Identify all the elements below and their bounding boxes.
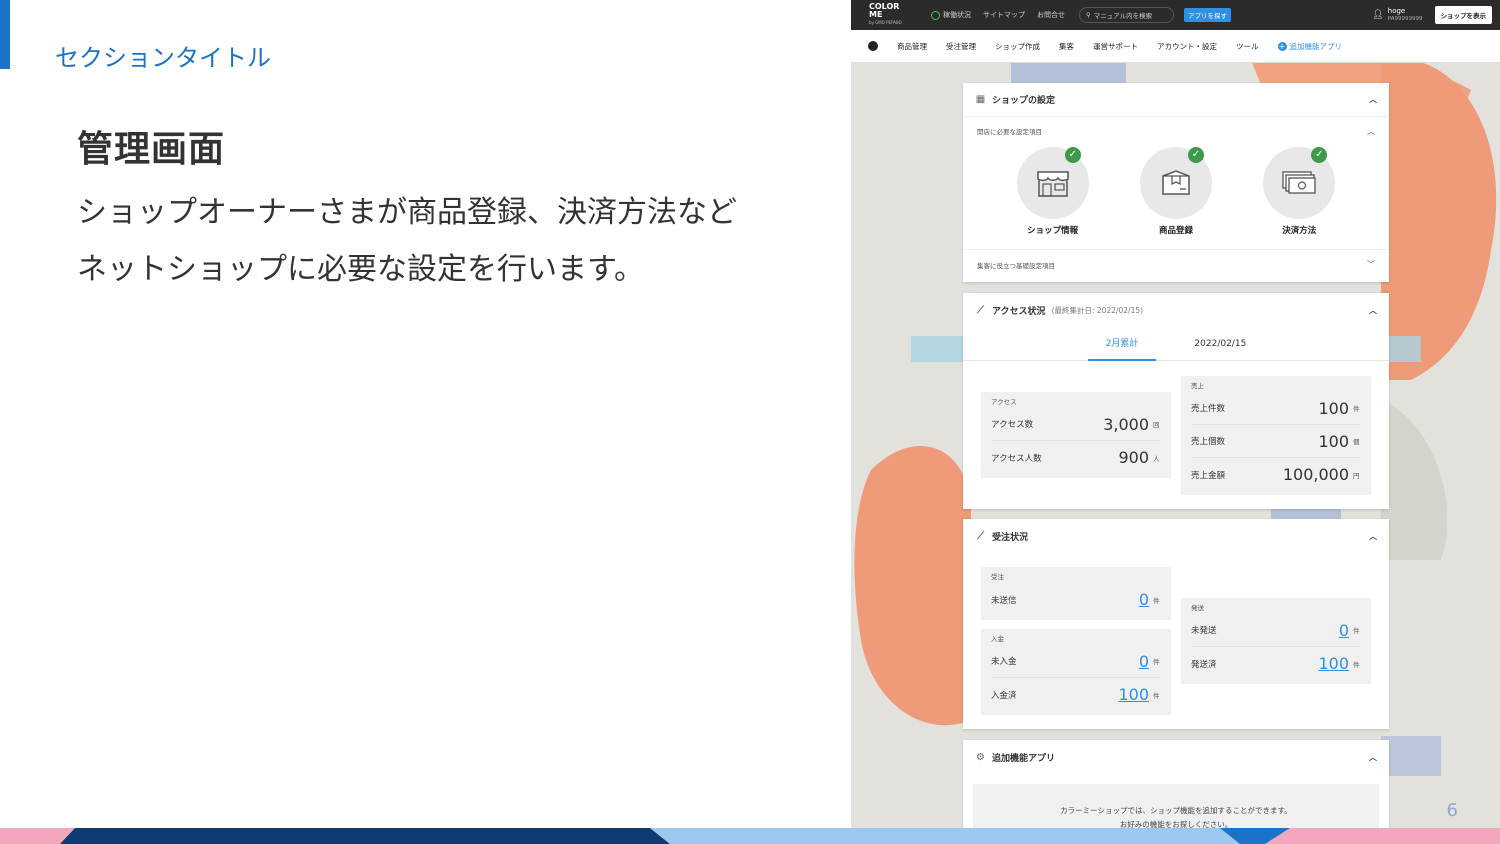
user-icon: 👤︎: [1372, 10, 1384, 20]
addon-apps-header[interactable]: ⚙ 追加機能アプリ ︿: [963, 740, 1389, 774]
stat-link[interactable]: 0: [1339, 621, 1349, 640]
stat-link[interactable]: 0: [1139, 652, 1149, 671]
stat-link[interactable]: 0: [1139, 590, 1149, 609]
manual-search-input[interactable]: ⚲ マニュアル内を検索: [1079, 7, 1174, 23]
chevron-up-icon[interactable]: ︿: [1369, 305, 1377, 316]
setup-item-product-registration[interactable]: ✓ 商品登録: [1126, 145, 1226, 245]
stat-row: 売上個数 100 個: [1191, 425, 1361, 458]
main-nav: 商品管理 受注管理 ショップ作成 集客 運営サポート アカウント・設定 ツール …: [851, 30, 1500, 63]
stat-row: 発送済 100 件: [1191, 654, 1360, 673]
shipping-stats: 発送 未発送 0 件 発送済 100 件: [1181, 598, 1371, 684]
chevron-up-icon[interactable]: ︿: [1369, 752, 1377, 763]
payment-stats: 入金 未入金 0 件 入金済 100 件: [981, 629, 1171, 715]
check-circle-icon: [931, 10, 940, 20]
status-link[interactable]: 稼働状況: [931, 10, 971, 20]
stat-row: 売上金額 100,000 円: [1191, 465, 1360, 484]
stat-row: 売上件数 100 件: [1191, 392, 1361, 425]
page-title: 管理画面: [77, 129, 226, 170]
nav-item-marketing[interactable]: 集客: [1059, 41, 1074, 52]
shop-settings-header[interactable]: ▦ ショップの設定 ︿: [963, 83, 1389, 117]
chevron-down-icon[interactable]: ﹀: [1367, 259, 1375, 270]
box-icon: [1162, 170, 1190, 195]
storefront-icon: [1036, 171, 1069, 197]
admin-screenshot: COLOR ME by GMO PEPABO 稼働状況 サイトマップ お問合せ ⚲…: [851, 0, 1500, 828]
stat-link[interactable]: 100: [1318, 654, 1349, 673]
line-chart-icon: ⟋: [977, 304, 984, 316]
nav-item-account[interactable]: アカウント・設定: [1157, 41, 1217, 52]
find-app-button[interactable]: アプリを探す: [1184, 8, 1231, 22]
chevron-up-icon[interactable]: ︿: [1367, 126, 1375, 137]
nav-item-tools[interactable]: ツール: [1236, 41, 1259, 52]
required-settings-header[interactable]: 開店に必要な設定項目 ︿: [963, 117, 1389, 145]
stat-row: 未送信 0 件: [991, 590, 1160, 609]
description-line-2: ネットショップに必要な設定を行います。: [77, 252, 644, 287]
stat-row: アクセス人数 900 人: [991, 448, 1160, 467]
sales-stats: 売上 売上件数 100 件 売上個数 100 個 売上金額 100,000 円: [1181, 376, 1371, 495]
line-chart-icon: ⟋: [977, 530, 984, 542]
nav-item-orders[interactable]: 受注管理: [946, 41, 976, 52]
nav-item-products[interactable]: 商品管理: [897, 41, 927, 52]
accent-bar: [0, 0, 10, 69]
tab-date[interactable]: 2022/02/15: [1176, 329, 1264, 359]
bottom-decorative-band: [0, 828, 1500, 844]
contact-link[interactable]: お問合せ: [1037, 10, 1065, 20]
cash-icon: [1282, 171, 1316, 194]
description: ショップオーナーさまが商品登録、決済方法など ネットショップに必要な設定を行いま…: [77, 184, 737, 298]
stat-row: 入金済 100 件: [991, 685, 1160, 704]
order-stats: 受注 未送信 0 件: [981, 567, 1171, 620]
basic-settings-header[interactable]: 集客に役立つ基礎設定項目 ﹀: [963, 249, 1389, 279]
page-number: 6: [1446, 800, 1458, 821]
sitemap-link[interactable]: サイトマップ: [983, 10, 1025, 20]
nav-item-addon-apps[interactable]: + 追加機能アプリ: [1277, 41, 1342, 52]
addon-apps-message: カラーミーショップでは、ショップ機能を追加することができます。 お好みの機能をお…: [973, 784, 1379, 828]
access-status-header[interactable]: ⟋ アクセス状況 (最終集計日: 2022/02/15) ︿: [963, 293, 1389, 327]
stat-link[interactable]: 100: [1118, 685, 1149, 704]
home-icon[interactable]: [868, 41, 878, 51]
chevron-up-icon[interactable]: ︿: [1369, 531, 1377, 542]
show-shop-button[interactable]: ショップを表示: [1434, 6, 1492, 24]
top-bar: COLOR ME by GMO PEPABO 稼働状況 サイトマップ お問合せ ⚲…: [851, 0, 1500, 30]
setup-item-payment-method[interactable]: ✓ 決済方法: [1249, 145, 1349, 245]
gear-icon: ⚙: [976, 751, 985, 763]
stat-row: アクセス数 3,000 回: [991, 408, 1161, 441]
user-menu[interactable]: 👤︎ hoge PA99999999: [1372, 7, 1422, 23]
plus-circle-icon: +: [1277, 41, 1287, 51]
search-icon: ⚲: [1086, 11, 1091, 19]
stat-row: 未発送 0 件: [1191, 614, 1361, 647]
section-title: セクションタイトル: [55, 44, 271, 72]
setup-item-shop-info[interactable]: ✓ ショップ情報: [1003, 145, 1103, 245]
access-status-card: ⟋ アクセス状況 (最終集計日: 2022/02/15) ︿ 2月累計 2022…: [963, 293, 1389, 509]
order-status-header[interactable]: ⟋ 受注状況 ︿: [963, 519, 1389, 553]
settings-grid-icon: ▦: [975, 94, 986, 105]
description-line-1: ショップオーナーさまが商品登録、決済方法など: [77, 195, 737, 230]
order-status-card: ⟋ 受注状況 ︿ 受注 未送信 0 件 入金 未入金 0 件 入金済 100 件: [963, 519, 1389, 729]
colorme-logo[interactable]: COLOR ME by GMO PEPABO: [869, 3, 915, 27]
tab-month-total[interactable]: 2月累計: [1087, 326, 1157, 361]
nav-item-shop-create[interactable]: ショップ作成: [995, 41, 1040, 52]
addon-apps-card: ⚙ 追加機能アプリ ︿ カラーミーショップでは、ショップ機能を追加することができ…: [963, 740, 1389, 828]
chevron-up-icon[interactable]: ︿: [1369, 94, 1377, 105]
check-icon: ✓: [1064, 147, 1081, 163]
access-tabs: 2月累計 2022/02/15: [963, 327, 1389, 361]
stat-row: 未入金 0 件: [991, 645, 1161, 678]
shop-settings-card: ▦ ショップの設定 ︿ 開店に必要な設定項目 ︿ ✓ ショップ情報 ✓ 商品登録…: [963, 83, 1389, 282]
access-stats: アクセス アクセス数 3,000 回 アクセス人数 900 人: [981, 392, 1171, 478]
check-icon: ✓: [1187, 147, 1204, 163]
nav-item-support[interactable]: 運営サポート: [1093, 41, 1138, 52]
setup-items: ✓ ショップ情報 ✓ 商品登録 ✓ 決済方法: [963, 145, 1389, 245]
